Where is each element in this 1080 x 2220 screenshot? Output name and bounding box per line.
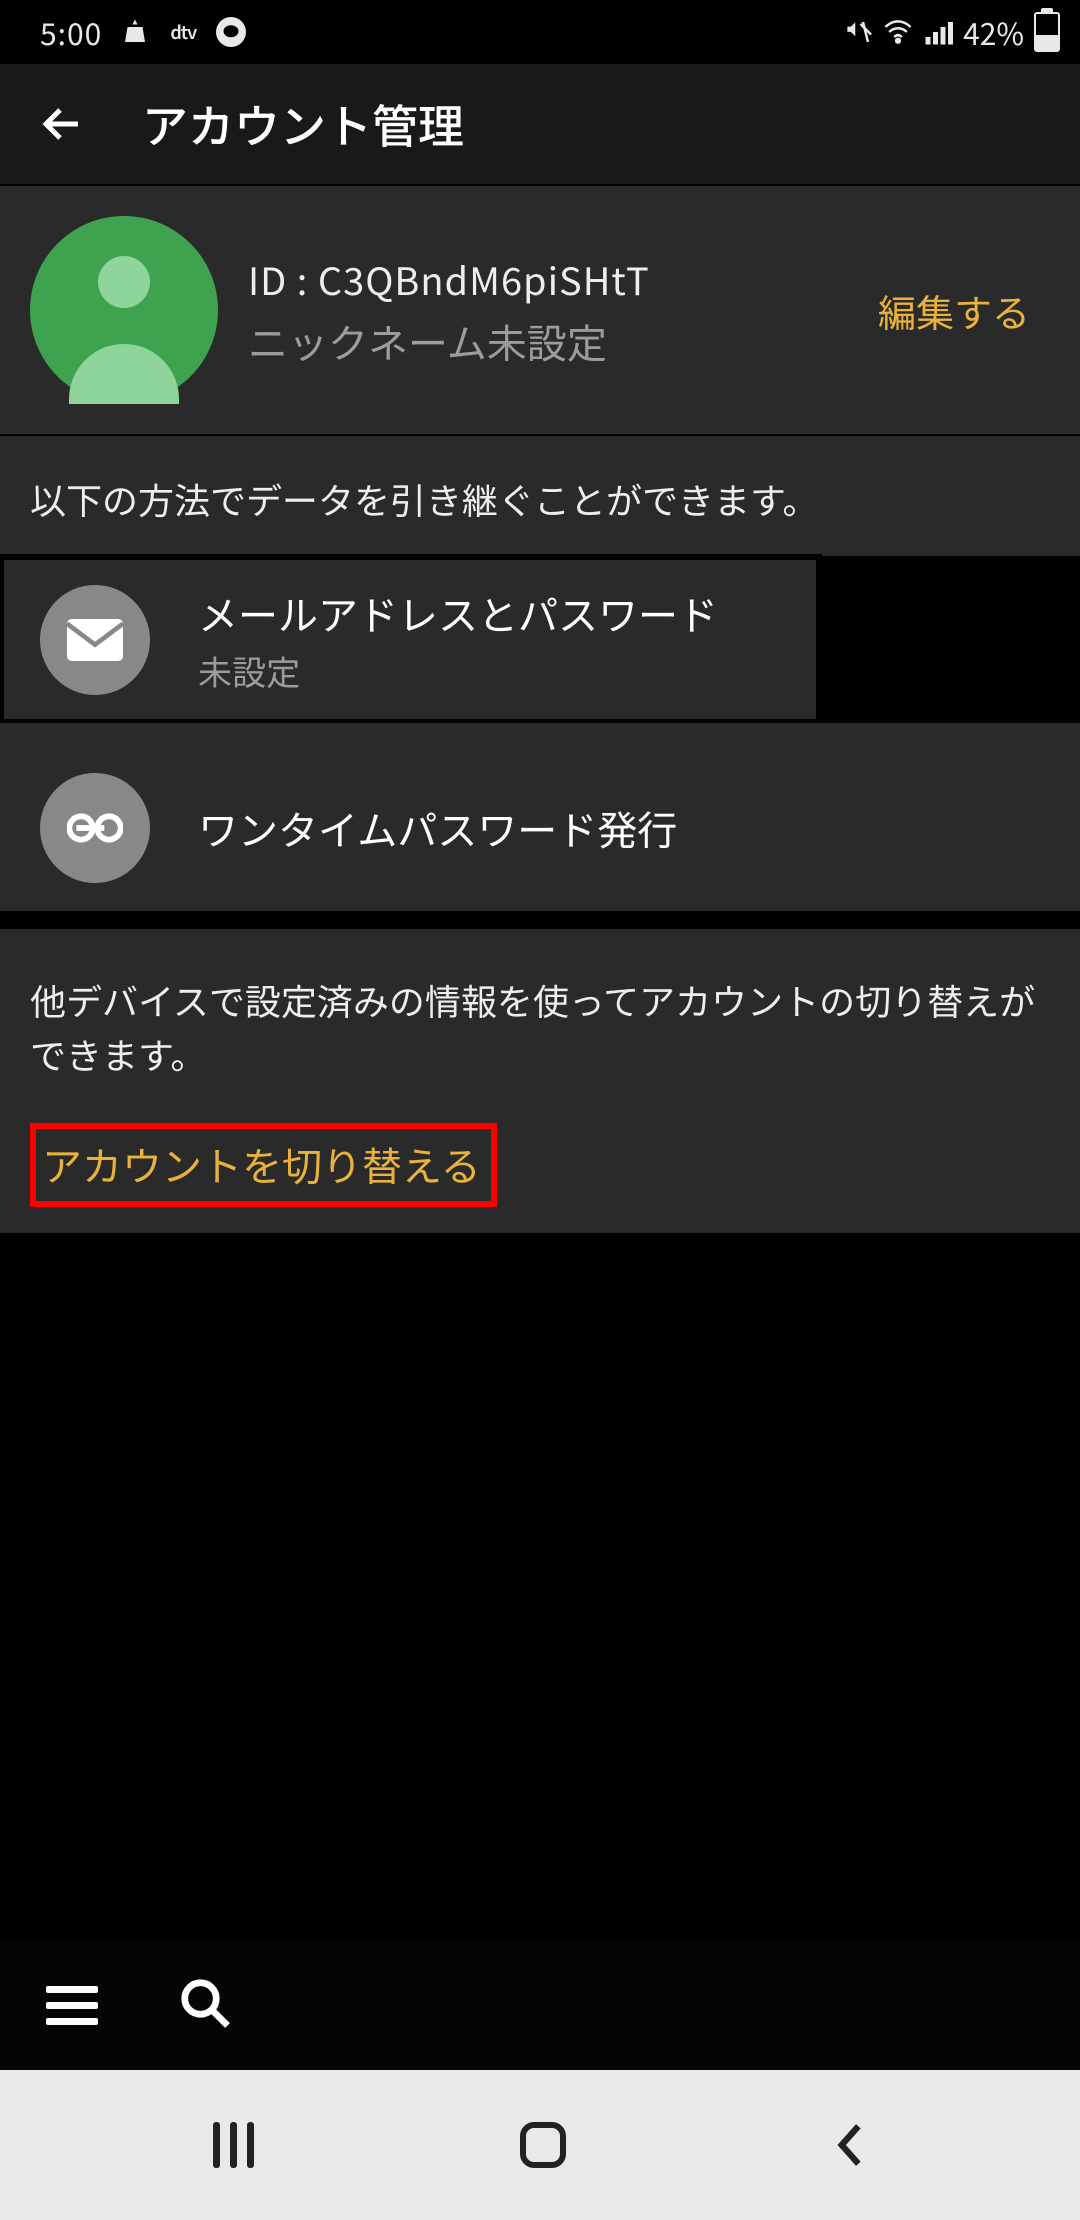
avatar [30, 216, 218, 404]
battery-icon [1034, 12, 1060, 52]
mail-option-status: 未設定 [198, 646, 718, 695]
edit-button[interactable]: 編集する [878, 283, 1030, 338]
nav-home-button[interactable] [520, 2122, 566, 2168]
mute-icon [843, 17, 873, 47]
app-notification-icon [120, 17, 150, 47]
page-title: アカウント管理 [142, 91, 464, 157]
status-time: 5:00 [40, 10, 102, 54]
menu-button[interactable] [46, 1986, 98, 2025]
nickname-status: ニックネーム未設定 [248, 312, 878, 370]
line-notification-icon [216, 17, 246, 47]
switch-account-link[interactable]: アカウントを切り替える [30, 1123, 497, 1207]
nav-back-button[interactable] [833, 2120, 867, 2170]
wifi-icon [883, 17, 913, 47]
otp-option-title: ワンタイムパスワード発行 [198, 799, 677, 857]
profile-section: ID : C3QBndM6piSHtT ニックネーム未設定 編集する [0, 186, 1080, 434]
bottom-toolbar [0, 1940, 1080, 2070]
transfer-info-text: 以下の方法でデータを引き継ぐことができます。 [0, 436, 1080, 556]
back-button[interactable] [38, 100, 86, 148]
dtv-icon: dtv [168, 17, 198, 47]
app-header: アカウント管理 [0, 64, 1080, 184]
link-icon [40, 773, 150, 883]
switch-info-text: 他デバイスで設定済みの情報を使ってアカウントの切り替えができます。 [0, 929, 1080, 1117]
mail-password-option[interactable]: メールアドレスとパスワード 未設定 [0, 556, 820, 723]
nav-recent-button[interactable] [213, 2122, 254, 2168]
mail-option-title: メールアドレスとパスワード [198, 584, 718, 642]
signal-icon [923, 17, 953, 47]
account-id: ID : C3QBndM6piSHtT [248, 251, 878, 306]
mail-icon [40, 585, 150, 695]
battery-percentage: 42% [963, 10, 1024, 54]
onetime-password-option[interactable]: ワンタイムパスワード発行 [0, 745, 1080, 911]
search-button[interactable] [178, 1976, 232, 2035]
system-nav-bar [0, 2070, 1080, 2220]
status-bar: 5:00 dtv 42% [0, 0, 1080, 64]
